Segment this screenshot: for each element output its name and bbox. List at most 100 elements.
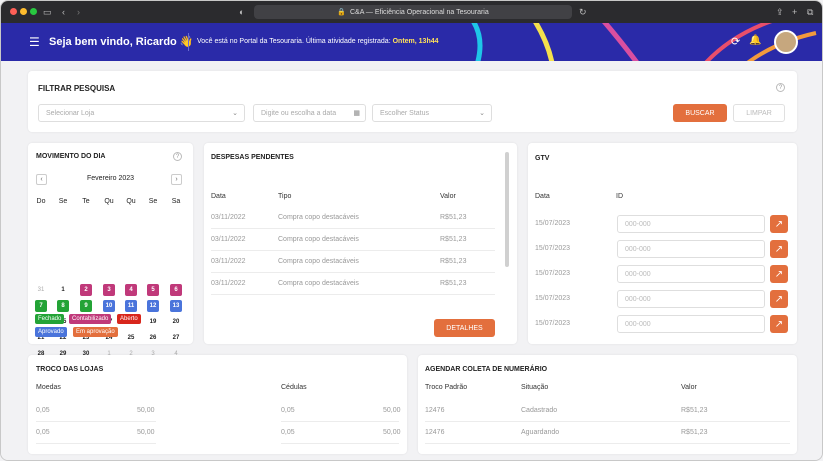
schedule-title: AGENDAR COLETA DE NUMERÁRIO <box>425 366 548 373</box>
chevron-down-icon: ⌄ <box>479 110 485 117</box>
next-month-button[interactable]: › <box>171 174 182 185</box>
gtv-id-input[interactable]: 000-000 <box>617 290 765 308</box>
expense-type: Compra copo destacáveis <box>278 236 359 243</box>
search-button[interactable]: BUSCAR <box>673 104 727 122</box>
expense-value: R$51,23 <box>440 214 467 221</box>
col-value: Valor <box>681 384 697 391</box>
expense-date: 03/11/2022 <box>211 258 246 265</box>
calendar-day[interactable]: 26 <box>147 332 159 344</box>
scrollbar[interactable] <box>505 152 509 267</box>
legend-badge: Em aprovação <box>73 327 118 337</box>
calendar-card: MOVIMENTO DO DIA ? ‹ Fevereiro 2023 › Do… <box>28 143 193 357</box>
schedule-value: R$51,23 <box>681 407 708 414</box>
store-select[interactable]: Selecionar Loja ⌄ <box>38 104 245 122</box>
chevron-down-icon: ⌄ <box>232 110 238 117</box>
calendar-day[interactable]: 5 <box>147 284 159 296</box>
help-icon[interactable]: ? <box>776 83 785 92</box>
address-bar[interactable]: 🔒 C&A — Eficiência Operacional na Tesour… <box>254 5 572 19</box>
calendar-icon: ▦ <box>353 110 360 117</box>
gtv-id-input[interactable]: 000-000 <box>617 240 765 258</box>
gtv-date: 15/07/2023 <box>535 295 571 302</box>
row-divider <box>211 228 495 229</box>
open-arrow-icon[interactable]: ↗ <box>770 265 788 283</box>
calendar-day[interactable]: 20 <box>170 316 182 328</box>
open-arrow-icon[interactable]: ↗ <box>770 215 788 233</box>
header-divider <box>188 33 189 51</box>
help-icon[interactable]: ? <box>173 152 182 161</box>
weekday-label: Sa <box>171 198 181 205</box>
gtv-id-input[interactable]: 000-000 <box>617 265 765 283</box>
gtv-id-input[interactable]: 000-000 <box>617 215 765 233</box>
col-value: Valor <box>440 193 456 200</box>
date-input[interactable]: Digite ou escolha a data ▦ <box>253 104 366 122</box>
weekday-label: Do <box>36 198 46 205</box>
open-arrow-icon[interactable]: ↗ <box>770 290 788 308</box>
weekday-label: Se <box>148 198 158 205</box>
legend-badge: Contabilizado <box>69 314 112 324</box>
col-status: Situação <box>521 384 549 391</box>
calendar-day[interactable]: 8 <box>57 300 69 312</box>
coin-total: 50,00 <box>137 407 155 414</box>
minimize-window-icon[interactable] <box>20 8 27 15</box>
open-arrow-icon[interactable]: ↗ <box>770 240 788 258</box>
calendar-day[interactable]: 19 <box>147 316 159 328</box>
status-select[interactable]: Escolher Status ⌄ <box>372 104 492 122</box>
note-value: 0,05 <box>281 407 295 414</box>
row-divider <box>425 443 790 444</box>
weekday-label: Se <box>58 198 68 205</box>
new-tab-icon[interactable]: + <box>792 6 797 18</box>
note-total: 50,00 <box>383 429 401 436</box>
calendar-day[interactable]: 2 <box>80 284 92 296</box>
col-code: Troco Padrão <box>425 384 468 391</box>
share-icon[interactable]: ⇪ <box>776 6 784 18</box>
menu-icon[interactable]: ☰ <box>29 35 40 49</box>
expense-type: Compra copo destacáveis <box>278 280 359 287</box>
reload-icon[interactable]: ↻ <box>579 6 587 18</box>
gtv-date: 15/07/2023 <box>535 320 571 327</box>
sidebar-toggle-icon[interactable]: ▭ <box>43 6 52 18</box>
legend-badge: Aberto <box>117 314 141 324</box>
main-content: FILTRAR PESQUISA ? Selecionar Loja ⌄ Dig… <box>1 61 822 460</box>
schedule-card: AGENDAR COLETA DE NUMERÁRIO Troco Padrão… <box>418 355 797 454</box>
gtv-id-input[interactable]: 000-000 <box>617 315 765 333</box>
expense-date: 03/11/2022 <box>211 214 246 221</box>
zoom-window-icon[interactable] <box>30 8 37 15</box>
calendar-day[interactable]: 13 <box>170 300 182 312</box>
note-value: 0,05 <box>281 429 295 436</box>
calendar-day[interactable]: 7 <box>35 300 47 312</box>
calendar-day[interactable]: 11 <box>125 300 137 312</box>
calendar-title: MOVIMENTO DO DIA <box>36 153 106 160</box>
forward-icon[interactable]: › <box>77 6 80 18</box>
bell-icon[interactable]: 🔔 <box>749 35 761 46</box>
col-id: ID <box>616 193 623 200</box>
change-title: TROCO DAS LOJAS <box>36 366 104 373</box>
calendar-day[interactable]: 31 <box>35 284 47 296</box>
expense-value: R$51,23 <box>440 236 467 243</box>
expenses-title: DESPESAS PENDENTES <box>211 154 294 161</box>
calendar-day[interactable]: 3 <box>103 284 115 296</box>
filter-title: FILTRAR PESQUISA <box>38 84 116 93</box>
calendar-day[interactable]: 12 <box>147 300 159 312</box>
note-total: 50,00 <box>383 407 401 414</box>
weekday-label: Qu <box>104 198 114 205</box>
avatar[interactable] <box>774 30 798 54</box>
privacy-shield-icon[interactable]: ◐ <box>239 6 244 18</box>
back-icon[interactable]: ‹ <box>62 6 65 18</box>
calendar-day[interactable]: 25 <box>125 332 137 344</box>
close-window-icon[interactable] <box>10 8 17 15</box>
clear-button[interactable]: LIMPAR <box>733 104 785 122</box>
calendar-day[interactable]: 10 <box>103 300 115 312</box>
expense-type: Compra copo destacáveis <box>278 214 359 221</box>
calendar-day[interactable]: 1 <box>57 284 69 296</box>
details-button[interactable]: DETALHES <box>434 319 495 337</box>
row-divider <box>425 421 790 422</box>
calendar-day[interactable]: 9 <box>80 300 92 312</box>
tab-overview-icon[interactable]: ⧉ <box>807 6 813 18</box>
sync-icon[interactable]: ⟳ <box>731 35 740 48</box>
coin-value: 0,05 <box>36 407 50 414</box>
open-arrow-icon[interactable]: ↗ <box>770 315 788 333</box>
calendar-day[interactable]: 6 <box>170 284 182 296</box>
address-text: C&A — Eficiência Operacional na Tesourar… <box>349 8 489 16</box>
calendar-day[interactable]: 27 <box>170 332 182 344</box>
calendar-day[interactable]: 4 <box>125 284 137 296</box>
